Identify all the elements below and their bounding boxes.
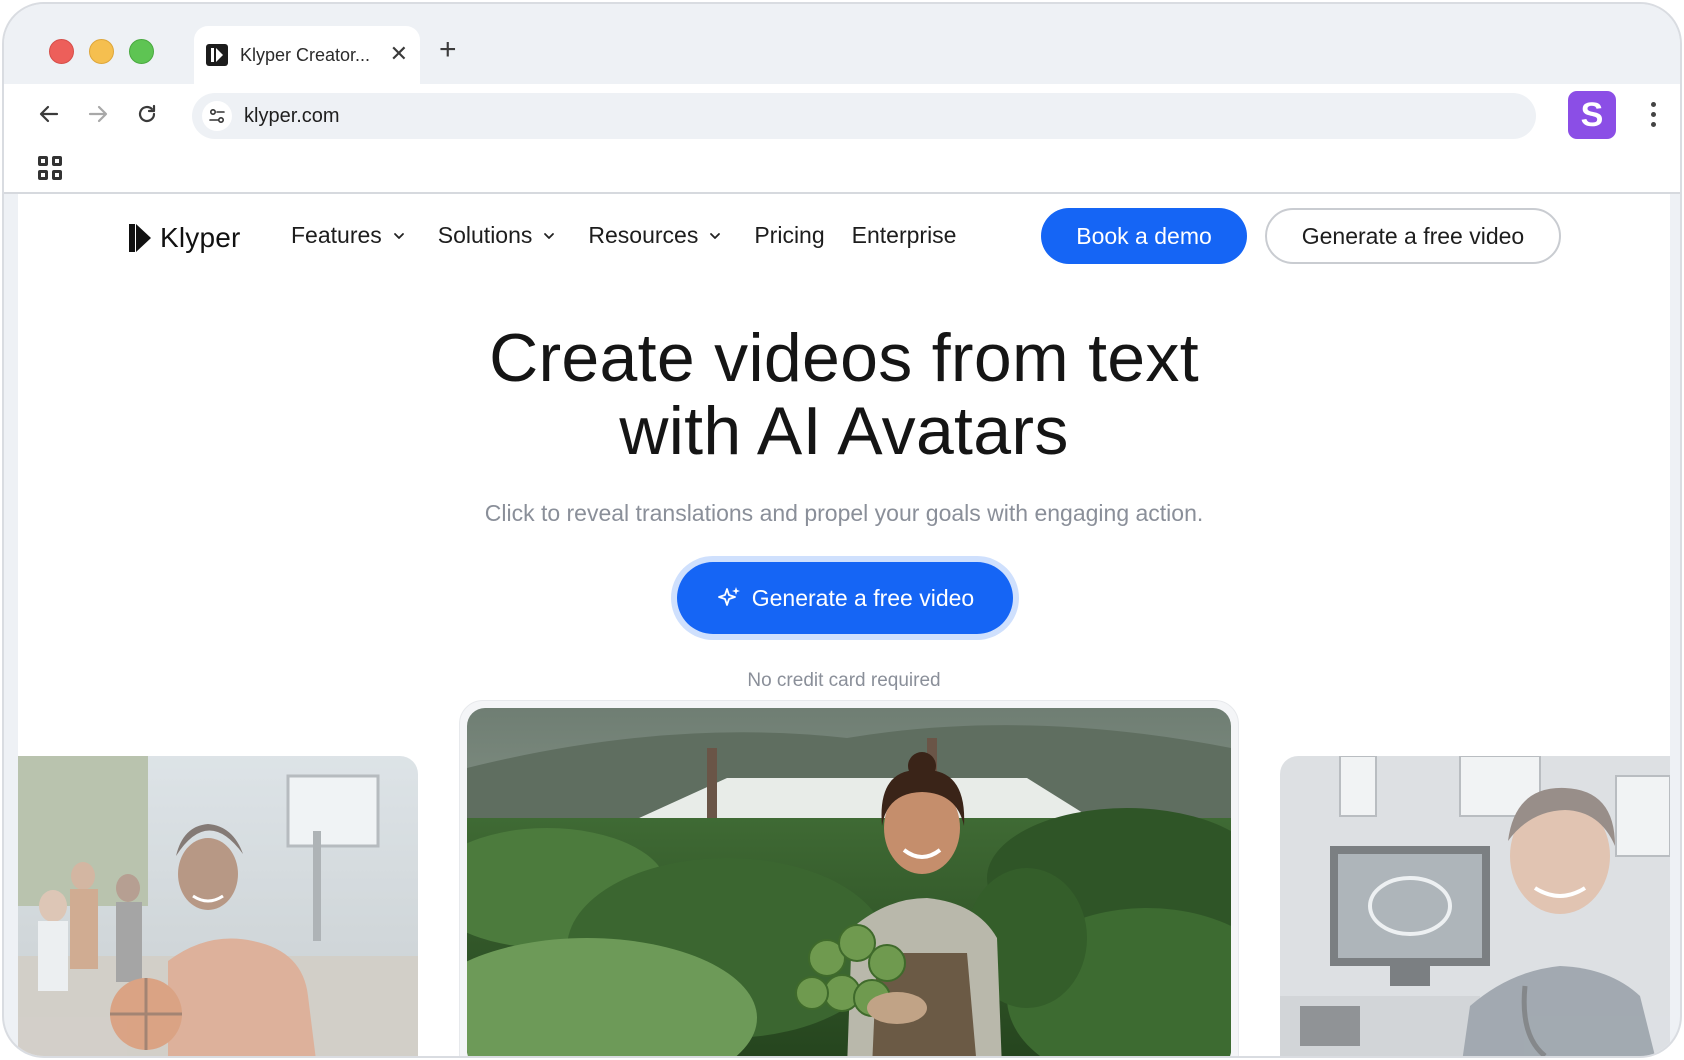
chevron-down-icon: [544, 232, 555, 239]
hero-subtitle: Click to reveal translations and propel …: [484, 500, 1204, 526]
bookmarks-bar: [4, 146, 1680, 194]
hero-title-line-1: Create videos from text: [489, 320, 1199, 396]
nav-item-label: Resources: [588, 222, 699, 248]
klyper-logo-icon: [129, 224, 151, 252]
nav-item-label: Enterprise: [851, 222, 957, 248]
tab-title: Klyper Creator...: [240, 44, 371, 65]
main-navigation: Features Solutions Resources Pricing Ent…: [291, 222, 988, 249]
chevron-down-icon: [393, 232, 404, 239]
sparkle-icon: [717, 587, 740, 606]
site-header: Klyper Features Solutions Resources Pric…: [18, 194, 1670, 284]
hero-generate-video-button[interactable]: Generate a free video: [677, 562, 1013, 634]
header-generate-video-button[interactable]: Generate a free video: [1265, 208, 1561, 264]
maximize-window-button[interactable]: [129, 39, 154, 64]
hero-title-line-2: with AI Avatars: [619, 393, 1069, 469]
more-menu-icon[interactable]: [1641, 98, 1665, 134]
basketball-avatar-image: [18, 756, 418, 1056]
back-button[interactable]: [32, 97, 66, 131]
tab-strip: Klyper Creator... ✕ +: [4, 4, 1680, 84]
close-window-button[interactable]: [49, 39, 74, 64]
apps-grid-icon[interactable]: [38, 156, 64, 182]
nav-item-solutions[interactable]: Solutions: [438, 222, 557, 249]
farmer-avatar-image: [467, 708, 1231, 1056]
reload-icon: [138, 104, 156, 123]
site-settings-icon[interactable]: [202, 101, 232, 131]
browser-tab-klyper[interactable]: Klyper Creator... ✕: [194, 26, 420, 84]
avatar-card-farmer[interactable]: [467, 708, 1231, 1056]
nav-item-enterprise[interactable]: Enterprise: [852, 222, 957, 249]
nav-item-pricing[interactable]: Pricing: [754, 222, 824, 249]
new-tab-button[interactable]: +: [439, 32, 457, 68]
nav-item-label: Features: [291, 222, 382, 248]
tab-close-icon[interactable]: ✕: [390, 42, 408, 66]
nav-item-features[interactable]: Features: [291, 222, 406, 249]
no-credit-card-note: No credit card required: [747, 670, 941, 691]
nav-item-label: Solutions: [437, 222, 533, 248]
klyper-logo[interactable]: Klyper: [129, 222, 241, 254]
cta-label: Generate a free video: [751, 584, 975, 611]
book-demo-button[interactable]: Book a demo: [1041, 208, 1247, 264]
address-bar[interactable]: klyper.com: [192, 93, 1536, 139]
reload-button[interactable]: [130, 97, 164, 131]
klyper-favicon-icon: [206, 44, 228, 66]
forward-button[interactable]: [81, 97, 115, 131]
doctor-avatar-image: [1280, 756, 1670, 1056]
chevron-down-icon: [710, 232, 721, 239]
arrow-right-icon: [88, 105, 108, 123]
browser-toolbar: klyper.com S: [4, 84, 1680, 146]
url-text[interactable]: klyper.com: [244, 105, 340, 128]
profile-avatar[interactable]: S: [1568, 91, 1616, 139]
browser-window: Klyper Creator... ✕ + klyper.com S Klype…: [2, 2, 1682, 1058]
arrow-left-icon: [39, 105, 59, 123]
avatar-card-basketball[interactable]: [18, 756, 418, 1056]
minimize-window-button[interactable]: [89, 39, 114, 64]
web-page: Klyper Features Solutions Resources Pric…: [18, 194, 1670, 1056]
avatar-card-doctor[interactable]: [1280, 756, 1670, 1056]
hero-title: Create videos from text with AI Avatars: [18, 322, 1670, 468]
logo-text: Klyper: [160, 222, 241, 253]
nav-item-label: Pricing: [754, 222, 825, 248]
nav-item-resources[interactable]: Resources: [588, 222, 722, 249]
